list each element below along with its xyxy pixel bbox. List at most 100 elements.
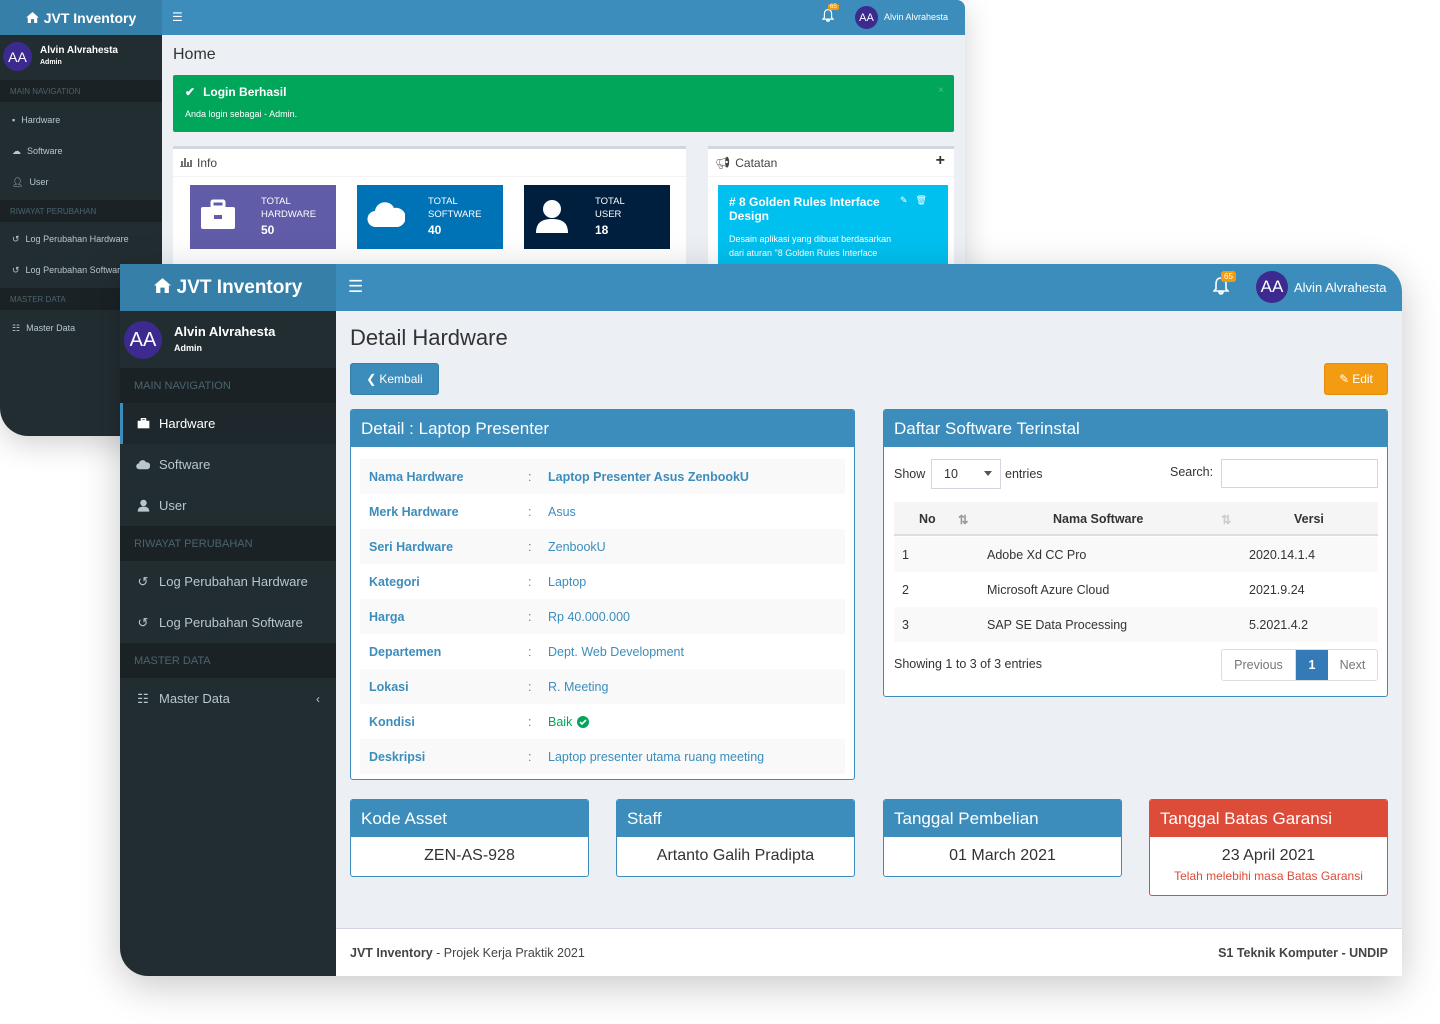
notification-bell[interactable]: 65	[1212, 271, 1237, 301]
table-row[interactable]: 3 SAP SE Data Processing 5.2021.4.2	[894, 607, 1378, 642]
check-circle-icon	[577, 715, 590, 728]
sidebar-item-software[interactable]: ☁ Software	[0, 136, 162, 166]
sidebar-item-software[interactable]: Software	[120, 444, 336, 485]
sidebar-item-label: Log Perubahan Hardware	[25, 234, 129, 244]
column-header-name[interactable]: Nama Software	[1053, 512, 1143, 526]
box-value: 01 March 2021	[949, 847, 1056, 864]
add-note-button[interactable]: +	[936, 152, 945, 170]
brand-name: JVT Inventory	[43, 9, 137, 26]
tanggal-pembelian-box: Tanggal Pembelian 01 March 2021	[883, 799, 1122, 877]
tile-label: TOTAL	[595, 196, 625, 207]
alert-body: Anda login sebagai - Admin.	[185, 109, 298, 119]
sidebar-item-label: Log Perubahan Software	[25, 265, 126, 275]
sidebar-item-hardware[interactable]: Hardware	[120, 403, 336, 444]
tile-label: TOTAL	[261, 196, 291, 207]
close-icon[interactable]: ×	[938, 85, 944, 96]
alert-title: Login Berhasil	[203, 85, 287, 99]
detail-hardware-window: JVT Inventory ☰ 65 AA Alvin Alvrahesta A…	[120, 264, 1402, 976]
detail-row-lokasi: Lokasi: R. Meeting	[360, 669, 845, 704]
top-navbar: JVT Inventory ☰ 65 AA Alvin Alvrahesta	[0, 0, 965, 35]
sidebar-item-hardware[interactable]: ▪ Hardware	[0, 105, 162, 135]
sidebar-item-label: User	[29, 177, 49, 187]
sidebar-item-label: Hardware	[21, 115, 61, 125]
kode-asset-box: Kode Asset ZEN-AS-928	[350, 799, 589, 877]
cloud-icon	[136, 459, 150, 470]
search-input[interactable]	[1221, 459, 1378, 488]
tile-label: HARDWARE	[261, 209, 317, 220]
detail-row-deskripsi: Deskripsi: Laptop presenter utama ruang m…	[360, 739, 845, 774]
avatar[interactable]: AA	[1256, 271, 1288, 303]
footer: JVT Inventory - Projek Kerja Praktik 202…	[336, 928, 1402, 976]
sort-icon[interactable]: ⇅	[1221, 512, 1231, 527]
cell-no: 1	[902, 548, 909, 562]
note-card[interactable]: # 8 Golden Rules Interface Design ✎ 🗑︎ De…	[718, 185, 948, 275]
detail-value: R. Meeting	[548, 679, 609, 694]
next-page-button[interactable]: Next	[1328, 650, 1377, 680]
panel-title: Daftar Software Terinstal	[884, 410, 1387, 447]
footer-right: S1 Teknik Komputer - UNDIP	[1218, 946, 1388, 960]
user-icon	[136, 499, 150, 512]
top-navbar: JVT Inventory ☰ 65 AA Alvin Alvrahesta	[120, 264, 1402, 311]
detail-colon: :	[528, 469, 532, 484]
menu-toggle-icon[interactable]: ☰	[348, 277, 363, 297]
sidebar-item-user[interactable]: 👤︎ User	[0, 167, 162, 197]
cell-name: SAP SE Data Processing	[987, 618, 1128, 632]
table-header: No ⇅ Nama Software ⇅ Versi	[894, 502, 1378, 536]
detail-row-kondisi: Kondisi: Baik	[360, 704, 845, 739]
sidebar-header-main: MAIN NAVIGATION	[0, 80, 162, 102]
brand-logo[interactable]: JVT Inventory	[0, 0, 162, 35]
bell-icon	[821, 9, 835, 22]
menu-toggle-icon[interactable]: ☰	[172, 10, 183, 24]
detail-colon: :	[528, 504, 532, 519]
page-1-button[interactable]: 1	[1296, 650, 1328, 680]
home-icon	[153, 277, 171, 299]
note-title: # 8 Golden Rules Interface Design	[729, 195, 880, 223]
sidebar-item-user[interactable]: User	[120, 485, 336, 526]
box-value: 23 April 2021	[1221, 847, 1316, 864]
column-header-version[interactable]: Versi	[1294, 512, 1324, 526]
user-name[interactable]: Alvin Alvrahesta	[884, 12, 948, 22]
back-button[interactable]: ❮ Kembali	[350, 363, 439, 395]
tanggal-garansi-box: Tanggal Batas Garansi 23 April 2021 Tela…	[1149, 799, 1388, 896]
tile-total-hardware[interactable]: TOTAL HARDWARE 50	[190, 185, 336, 249]
box-title: Staff	[617, 800, 854, 837]
briefcase-icon	[200, 199, 240, 235]
entries-label: entries	[1005, 467, 1043, 481]
bar-chart-icon	[180, 156, 192, 170]
detail-colon: :	[528, 609, 532, 624]
previous-page-button[interactable]: Previous	[1222, 650, 1296, 680]
history-icon: ↺	[12, 264, 20, 275]
edit-icon[interactable]: ✎	[900, 195, 908, 206]
sort-asc-icon[interactable]: ⇅	[958, 512, 968, 527]
table-info: Showing 1 to 3 of 3 entries	[894, 657, 1043, 671]
detail-colon: :	[528, 749, 532, 764]
cell-version: 2020.14.1.4	[1249, 548, 1316, 562]
tile-value: 50	[261, 223, 275, 237]
user-name[interactable]: Alvin Alvrahesta	[1294, 280, 1387, 295]
edit-icon: ✎	[1339, 372, 1350, 386]
sidebar-item-label: Hardware	[159, 416, 216, 431]
note-body: dari aturan "8 Golden Rules Interface	[729, 248, 878, 258]
tile-total-user[interactable]: TOTAL USER 18	[524, 185, 670, 249]
page-size-select[interactable]: 10	[931, 459, 1001, 489]
table-row[interactable]: 2 Microsoft Azure Cloud 2021.9.24	[894, 572, 1378, 607]
sidebar-item-master-data[interactable]: ☷ Master Data ‹	[120, 678, 336, 719]
sidebar-item-log-hardware[interactable]: ↺ Log Perubahan Hardware	[0, 224, 162, 254]
edit-button[interactable]: ✎ Edit	[1324, 363, 1388, 395]
sidebar-item-log-hardware[interactable]: ↺ Log Perubahan Hardware	[120, 561, 336, 602]
table-row[interactable]: 1 Adobe Xd CC Pro 2020.14.1.4	[894, 537, 1378, 572]
sidebar-item-log-software[interactable]: ↺ Log Perubahan Software	[120, 602, 336, 643]
sidebar-item-label: Software	[159, 457, 211, 472]
brand-logo[interactable]: JVT Inventory	[120, 264, 336, 311]
box-title: Kode Asset	[351, 800, 588, 837]
panel-title: Detail : Laptop Presenter	[351, 410, 854, 447]
tile-total-software[interactable]: TOTAL SOFTWARE 40	[357, 185, 503, 249]
avatar[interactable]: AA	[855, 6, 878, 29]
sidebar-user-panel: AA Alvin Alvrahesta Admin	[120, 311, 336, 368]
list-icon: ☷	[137, 690, 149, 706]
column-header-no[interactable]: No	[919, 512, 936, 526]
notification-bell[interactable]: 65	[821, 4, 839, 25]
sidebar-item-label: Software	[27, 146, 63, 156]
cell-version: 5.2021.4.2	[1249, 618, 1309, 632]
trash-icon[interactable]: 🗑︎	[916, 195, 927, 206]
